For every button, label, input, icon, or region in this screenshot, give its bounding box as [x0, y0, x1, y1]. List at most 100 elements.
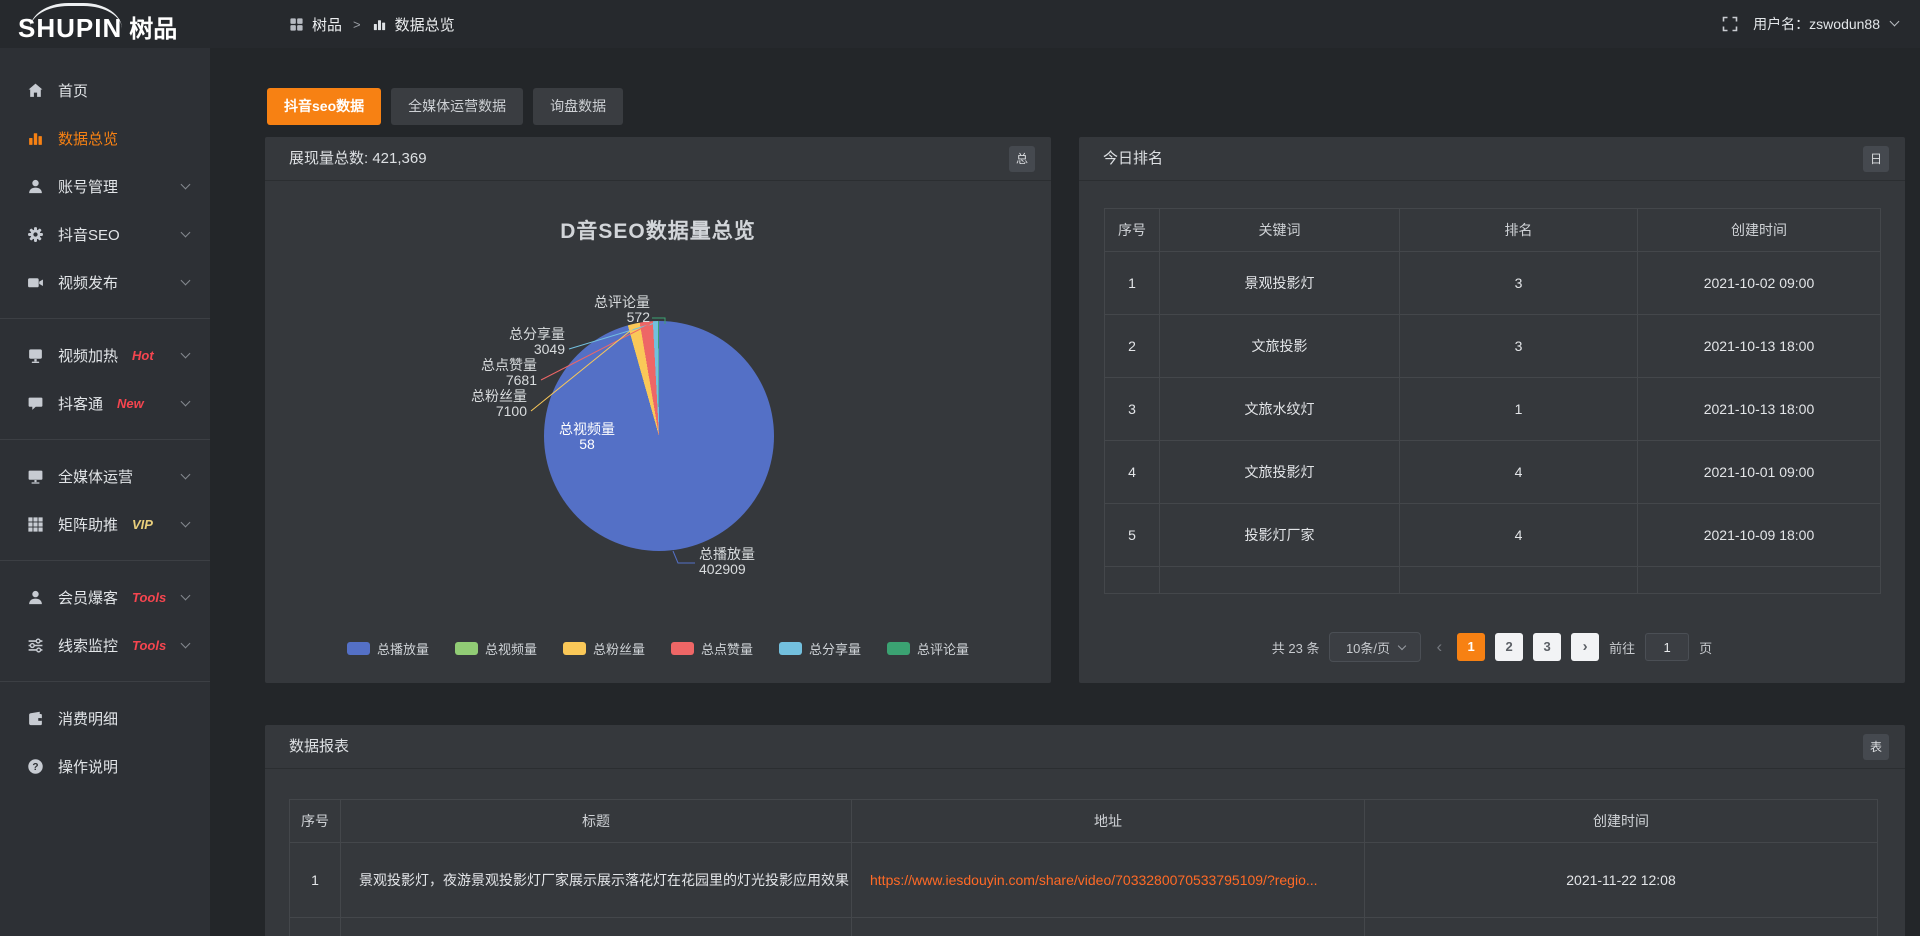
chevron-down-icon: [181, 180, 191, 190]
chevron-down-icon[interactable]: [1890, 17, 1900, 27]
sidebar-item-account[interactable]: 账号管理: [0, 162, 210, 210]
legend-item-fans[interactable]: 总粉丝量: [563, 639, 645, 658]
chevron-down-icon: [181, 591, 191, 601]
next-page-button[interactable]: ›: [1571, 633, 1599, 661]
ranking-table: 序号 关键词 排名 创建时间 1 景观投影灯 3 2021-10-02 09:0…: [1104, 208, 1881, 594]
sidebar-item-video-publish[interactable]: 视频发布: [0, 258, 210, 306]
sidebar-item-operation-guide[interactable]: ? 操作说明: [0, 742, 210, 790]
table-row: 3 文旅水纹灯 1 2021-10-13 18:00: [1105, 378, 1881, 441]
chevron-down-icon: [181, 349, 191, 359]
logo-cn: 树品: [129, 16, 177, 43]
sidebar-item-label: 视频发布: [58, 272, 118, 293]
sidebar-divider: [0, 318, 210, 319]
tab-inquiry-data[interactable]: 询盘数据: [533, 88, 623, 125]
sidebar-item-label: 抖客通: [58, 393, 103, 414]
tab-douyin-seo-data[interactable]: 抖音seo数据: [267, 88, 381, 125]
sidebar-item-label: 首页: [58, 80, 88, 101]
sliders-icon: [27, 637, 45, 654]
ranking-panel-header: 今日排名 日: [1079, 137, 1905, 181]
video-camera-icon: [27, 274, 45, 291]
sidebar-item-label: 消费明细: [58, 708, 118, 729]
logo: SHUPIN 树品: [18, 0, 258, 48]
legend-swatch: [779, 642, 802, 655]
page-button-3[interactable]: 3: [1533, 633, 1561, 661]
col-index: 序号: [290, 800, 341, 843]
user-dropdown[interactable]: 用户名：zswodun88: [1753, 14, 1880, 34]
ranking-panel: 今日排名 日 序号 关键词 排名 创建时间 1 景观投影灯 3 2021-10-…: [1079, 137, 1905, 683]
goto-page-input[interactable]: [1645, 633, 1689, 661]
screen-heat-icon: [27, 347, 45, 364]
sidebar-item-douketong[interactable]: 抖客通 New: [0, 379, 210, 427]
pagination: 共 23 条 10条/页 ‹ 1 2 3 › 前往 页: [1079, 632, 1905, 662]
sidebar-item-matrix-boost[interactable]: 矩阵助推 VIP: [0, 500, 210, 548]
goto-unit: 页: [1699, 638, 1712, 657]
report-panel: 数据报表 表 序号 标题 地址 创建时间 1 景观投影灯，夜游景观投影灯厂家展示…: [265, 725, 1905, 936]
tools-badge: Tools: [132, 638, 166, 653]
pie-label-comments: 总评论量572: [594, 295, 650, 325]
table-toggle-button[interactable]: 表: [1863, 734, 1889, 760]
report-panel-title: 数据报表: [289, 738, 349, 755]
report-table: 序号 标题 地址 创建时间 1 景观投影灯，夜游景观投影灯厂家展示展示落花灯在花…: [289, 799, 1878, 936]
user-icon: [27, 178, 45, 195]
sidebar-item-douyin-seo[interactable]: 抖音SEO: [0, 210, 210, 258]
new-badge: New: [117, 396, 144, 411]
day-toggle-button[interactable]: 日: [1863, 146, 1889, 172]
legend-swatch: [347, 642, 370, 655]
chevron-down-icon: [181, 228, 191, 238]
chart-legend: 总播放量 总视频量 总粉丝量 总点赞量 总分享量 总评论量: [265, 639, 1051, 658]
table-row-empty: [1105, 567, 1881, 594]
fullscreen-icon[interactable]: [1722, 16, 1738, 32]
header-right: 用户名：zswodun88: [1722, 0, 1898, 48]
legend-item-shares[interactable]: 总分享量: [779, 639, 861, 658]
overview-panel-header: 展现量总数: 421,369 总: [265, 137, 1051, 181]
video-title-cell: 景观投影灯，夜游景观投影灯厂家展示展示落花灯在花园里的灯光投影应用效果 #: [341, 843, 852, 918]
legend-item-likes[interactable]: 总点赞量: [671, 639, 753, 658]
data-tabs: 抖音seo数据 全媒体运营数据 询盘数据: [267, 88, 623, 125]
table-header-row: 序号 关键词 排名 创建时间: [1105, 209, 1881, 252]
sidebar-item-member-baoke[interactable]: 会员爆客 Tools: [0, 573, 210, 621]
breadcrumb-current: 数据总览: [395, 14, 455, 35]
hot-badge: Hot: [132, 348, 154, 363]
sidebar-item-label: 操作说明: [58, 756, 118, 777]
col-created: 创建时间: [1638, 209, 1881, 252]
breadcrumb-root[interactable]: 树品: [312, 14, 342, 35]
legend-item-comments[interactable]: 总评论量: [887, 639, 969, 658]
page-button-2[interactable]: 2: [1495, 633, 1523, 661]
sidebar-item-media-operation[interactable]: 全媒体运营: [0, 452, 210, 500]
col-created: 创建时间: [1365, 800, 1878, 843]
logo-text: SHUPIN 树品: [18, 9, 177, 44]
table-row-partial: [290, 918, 1878, 936]
table-row: 1 景观投影灯 3 2021-10-02 09:00: [1105, 252, 1881, 315]
chart-title: D音SEO数据量总览: [265, 215, 1051, 245]
col-index: 序号: [1105, 209, 1160, 252]
sidebar-item-consumption-detail[interactable]: 消费明细: [0, 694, 210, 742]
tab-media-operation-data[interactable]: 全媒体运营数据: [391, 88, 523, 125]
sidebar-item-home[interactable]: 首页: [0, 66, 210, 114]
page-button-1[interactable]: 1: [1457, 633, 1485, 661]
page-size-select[interactable]: 10条/页: [1329, 632, 1421, 662]
video-url-link[interactable]: https://www.iesdouyin.com/share/video/70…: [870, 872, 1318, 888]
legend-swatch: [563, 642, 586, 655]
prev-page-button[interactable]: ‹: [1431, 637, 1447, 657]
legend-item-plays[interactable]: 总播放量: [347, 639, 429, 658]
logo-en: SHUPIN: [18, 13, 122, 43]
monitor-icon: [27, 468, 45, 485]
svg-text:?: ?: [32, 761, 38, 772]
pie-label-likes: 总点赞量7681: [481, 358, 537, 388]
app-grid-icon: [289, 17, 304, 32]
sidebar-item-video-heat[interactable]: 视频加热 Hot: [0, 331, 210, 379]
sidebar-item-data-overview[interactable]: 数据总览: [0, 114, 210, 162]
legend-swatch: [887, 642, 910, 655]
report-panel-header: 数据报表 表: [265, 725, 1905, 769]
sidebar: 首页 数据总览 账号管理 抖音SEO 视频发布 视频加热 Hot 抖: [0, 48, 210, 936]
chevron-down-icon: [181, 397, 191, 407]
legend-swatch: [671, 642, 694, 655]
overview-panel: 展现量总数: 421,369 总 D音SEO数据量总览 总评论量572 总分享量…: [265, 137, 1051, 683]
chevron-down-icon: [181, 639, 191, 649]
total-toggle-button[interactable]: 总: [1009, 146, 1035, 172]
table-row: 4 文旅投影灯 4 2021-10-01 09:00: [1105, 441, 1881, 504]
legend-item-videos[interactable]: 总视频量: [455, 639, 537, 658]
sidebar-item-clue-monitor[interactable]: 线索监控 Tools: [0, 621, 210, 669]
pagination-total: 共 23 条: [1272, 638, 1320, 657]
ranking-panel-title: 今日排名: [1103, 150, 1163, 167]
